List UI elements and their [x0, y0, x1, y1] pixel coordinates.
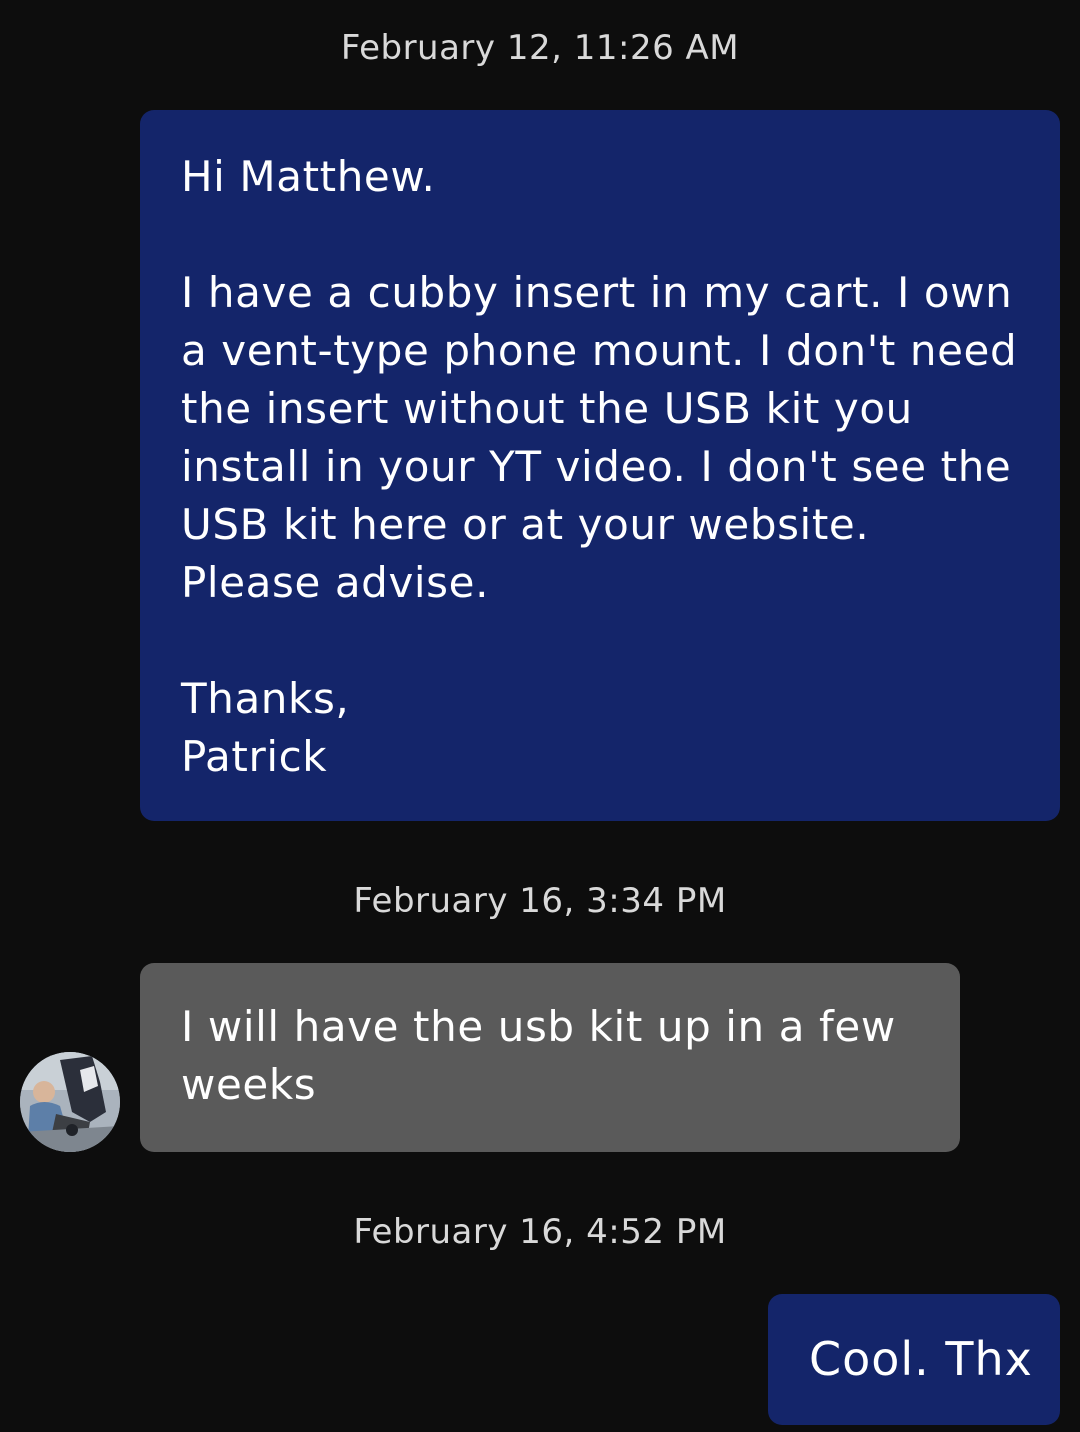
outgoing-message-bubble[interactable]: Hi Matthew. I have a cubby insert in my …	[140, 110, 1060, 821]
message-timestamp: February 12, 11:26 AM	[340, 28, 740, 68]
message-timestamp: February 16, 4:52 PM	[353, 1212, 727, 1252]
message-timestamp: February 16, 3:34 PM	[353, 881, 727, 921]
outgoing-message-bubble[interactable]: Cool. Thx	[768, 1294, 1060, 1425]
incoming-message-bubble[interactable]: I will have the usb kit up in a few week…	[140, 963, 960, 1152]
sender-avatar[interactable]	[20, 1052, 120, 1152]
user-avatar-photo-icon	[20, 1052, 120, 1152]
